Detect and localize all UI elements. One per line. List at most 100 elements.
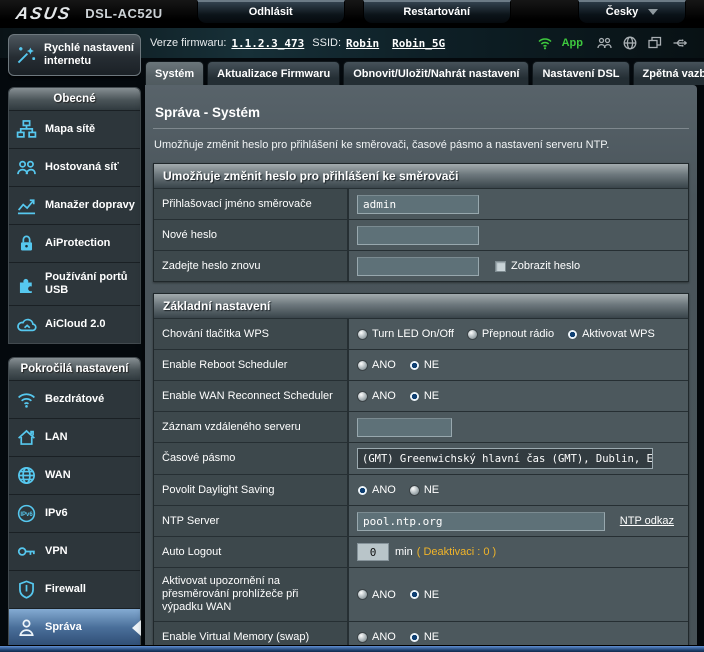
radio-icon-checked[interactable] bbox=[409, 632, 420, 643]
radio-option-turn-led[interactable]: Turn LED On/Off bbox=[357, 328, 454, 340]
tab-system[interactable]: Systém bbox=[145, 61, 204, 85]
main-content: Systém Aktualizace Firmwaru Obnovit/Ulož… bbox=[145, 58, 697, 645]
show-password-checkbox[interactable] bbox=[495, 261, 506, 272]
page-title: Správa - Systém bbox=[153, 91, 689, 128]
radio-icon-checked[interactable] bbox=[409, 391, 420, 402]
table-row-retype-password: Zadejte heslo znovu Zobrazit heslo bbox=[154, 250, 688, 281]
sidebar-item-administration[interactable]: Správa bbox=[9, 608, 140, 645]
tab-feedback[interactable]: Zpětná vazba bbox=[633, 61, 704, 85]
table-row-wps-behavior: Chování tlačítka WPS Turn LED On/Off Pře… bbox=[154, 318, 688, 349]
logout-button[interactable]: Odhlásit bbox=[197, 0, 345, 24]
sidebar-item-label: Používání portů USB bbox=[45, 271, 135, 297]
sidebar-item-aicloud[interactable]: AiCloud 2.0 bbox=[9, 305, 140, 343]
ntp-link[interactable]: NTP odkaz bbox=[620, 515, 674, 527]
sidebar-item-aiprotection[interactable]: AiProtection bbox=[9, 224, 140, 262]
setting-label: Povolit Daylight Saving bbox=[154, 475, 349, 505]
radio-option-no[interactable]: NE bbox=[409, 589, 439, 601]
radio-option-toggle-radio[interactable]: Přepnout rádio bbox=[467, 328, 554, 340]
tab-firmware-upgrade[interactable]: Aktualizace Firmwaru bbox=[207, 61, 340, 85]
language-selector[interactable]: Česky bbox=[578, 0, 686, 24]
sidebar-item-wan[interactable]: WAN bbox=[9, 456, 140, 494]
asus-logo: ASUS bbox=[14, 4, 73, 24]
radio-icon-checked[interactable] bbox=[409, 589, 420, 600]
show-password-label: Zobrazit heslo bbox=[511, 260, 580, 272]
radio-icon[interactable] bbox=[467, 329, 478, 340]
reboot-button[interactable]: Restartování bbox=[363, 0, 511, 24]
new-password-input[interactable] bbox=[357, 226, 479, 245]
ssid-5g-link[interactable]: Robin_5G bbox=[392, 37, 445, 50]
setting-label: Přihlašovací jméno směrovače bbox=[154, 189, 349, 219]
sidebar-item-label: Firewall bbox=[45, 583, 86, 596]
sidebar-item-wireless[interactable]: Bezdrátové bbox=[9, 380, 140, 418]
quick-internet-setup-button[interactable]: Rychlé nastavení internetu bbox=[8, 34, 141, 76]
sidebar-item-usb-application[interactable]: Používání portů USB bbox=[9, 262, 140, 305]
radio-option-yes[interactable]: ANO bbox=[357, 631, 396, 643]
sidebar-item-firewall[interactable]: Firewall bbox=[9, 570, 140, 608]
radio-icon[interactable] bbox=[357, 391, 368, 402]
setting-label: Časové pásmo bbox=[154, 443, 349, 474]
traffic-chart-icon bbox=[14, 195, 38, 216]
radio-option-yes[interactable]: ANO bbox=[357, 390, 396, 402]
radio-option-no[interactable]: NE bbox=[409, 484, 439, 496]
setting-label: Enable Virtual Memory (swap) bbox=[154, 622, 349, 645]
radio-option-yes[interactable]: ANO bbox=[357, 484, 396, 496]
radio-option-no[interactable]: NE bbox=[409, 390, 439, 402]
sidebar-item-label: Manažer dopravy bbox=[45, 199, 135, 212]
timezone-select[interactable]: (GMT) Greenwichský hlavní čas (GMT), Dub… bbox=[357, 448, 653, 469]
radio-icon-checked[interactable] bbox=[567, 329, 578, 340]
section-header: Základní nastavení bbox=[154, 294, 688, 318]
sidebar-item-ipv6[interactable]: IPv6 IPv6 bbox=[9, 494, 140, 532]
tab-bar: Systém Aktualizace Firmwaru Obnovit/Ulož… bbox=[145, 58, 697, 85]
radio-icon-checked[interactable] bbox=[357, 485, 368, 496]
radio-icon[interactable] bbox=[357, 329, 368, 340]
title-divider bbox=[153, 128, 689, 129]
sidebar-item-traffic-manager[interactable]: Manažer dopravy bbox=[9, 186, 140, 224]
firmware-version-link[interactable]: 1.1.2.3_473 bbox=[231, 37, 304, 50]
radio-option-yes[interactable]: ANO bbox=[357, 589, 396, 601]
quick-setup-label: Rychlé nastavení internetu bbox=[44, 42, 134, 68]
sidebar-item-network-map[interactable]: Mapa sítě bbox=[9, 110, 140, 148]
client-list-icon[interactable] bbox=[596, 35, 613, 51]
tab-dsl-settings[interactable]: Nastavení DSL bbox=[532, 61, 629, 85]
table-row-reboot-scheduler: Enable Reboot Scheduler ANO NE bbox=[154, 349, 688, 380]
radio-icon[interactable] bbox=[357, 360, 368, 371]
advanced-group-title: Pokročilá nastavení bbox=[9, 358, 140, 380]
usb-icon[interactable] bbox=[672, 35, 690, 51]
sidebar-item-label: Správa bbox=[45, 621, 82, 634]
svg-text:IPv6: IPv6 bbox=[20, 512, 33, 518]
retype-password-input[interactable] bbox=[357, 257, 479, 276]
router-login-name-input[interactable] bbox=[357, 195, 479, 214]
table-row-new-password: Nové heslo bbox=[154, 219, 688, 250]
house-icon bbox=[14, 427, 38, 448]
sidebar-item-vpn[interactable]: VPN bbox=[9, 532, 140, 570]
sidebar-item-guest-network[interactable]: Hostovaná síť bbox=[9, 148, 140, 186]
window-bottom-edge bbox=[0, 645, 704, 652]
auto-logout-unit: min bbox=[395, 546, 413, 558]
globe-icon[interactable] bbox=[622, 35, 638, 51]
remote-log-server-input[interactable] bbox=[357, 418, 452, 437]
wifi-status-icon[interactable] bbox=[537, 35, 553, 51]
radio-option-no[interactable]: NE bbox=[409, 631, 439, 643]
cloud-icon bbox=[14, 314, 38, 335]
table-row-ntp-server: NTP Server NTP odkaz bbox=[154, 505, 688, 536]
ssid-main-link[interactable]: Robin bbox=[346, 37, 379, 50]
tab-restore-save-upload[interactable]: Obnovit/Uložit/Nahrát nastavení bbox=[343, 61, 529, 85]
ntp-server-input[interactable] bbox=[357, 512, 605, 531]
radio-option-yes[interactable]: ANO bbox=[357, 359, 396, 371]
windows-stack-icon[interactable] bbox=[647, 35, 663, 51]
radio-option-activate-wps[interactable]: Aktivovat WPS bbox=[567, 328, 655, 340]
admin-person-icon bbox=[14, 617, 38, 638]
radio-option-no[interactable]: NE bbox=[409, 359, 439, 371]
app-link[interactable]: App bbox=[562, 37, 583, 49]
radio-icon[interactable] bbox=[357, 632, 368, 643]
radio-icon-checked[interactable] bbox=[409, 360, 420, 371]
table-row-timezone: Časové pásmo (GMT) Greenwichský hlavní č… bbox=[154, 442, 688, 474]
network-map-icon bbox=[14, 119, 38, 140]
radio-icon[interactable] bbox=[357, 589, 368, 600]
sidebar-item-label: AiCloud 2.0 bbox=[45, 318, 106, 331]
sidebar-item-lan[interactable]: LAN bbox=[9, 418, 140, 456]
table-row-remote-log: Záznam vzdáleného serveru bbox=[154, 411, 688, 442]
auto-logout-input[interactable] bbox=[357, 543, 389, 561]
radio-icon[interactable] bbox=[409, 485, 420, 496]
general-menu-group: Obecné Mapa sítě Hostovaná síť bbox=[8, 87, 141, 344]
